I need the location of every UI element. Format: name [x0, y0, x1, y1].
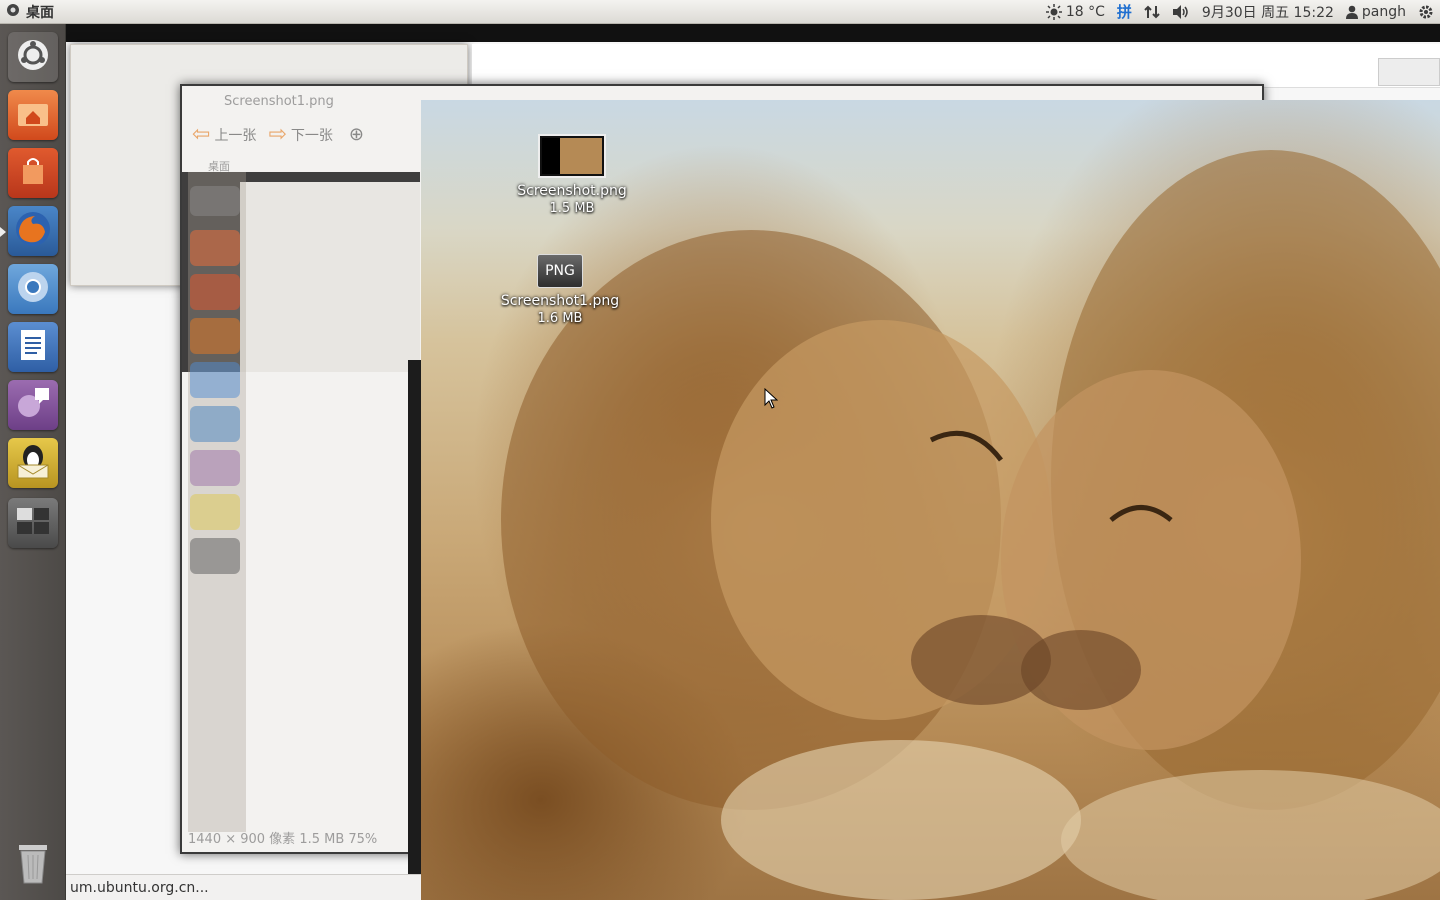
- desktop-icon-screenshot[interactable]: Screenshot.png 1.5 MB: [507, 134, 637, 218]
- weather-indicator[interactable]: 18 °C: [1045, 3, 1105, 20]
- home-folder-icon: [16, 98, 50, 132]
- launcher-workspace-switcher[interactable]: [8, 498, 58, 548]
- launcher-writer[interactable]: [8, 322, 58, 372]
- png-file-icon: PNG: [537, 254, 583, 288]
- desktop-icon-screenshot1[interactable]: PNG Screenshot1.png 1.6 MB: [495, 254, 625, 328]
- viewer-inner-panel: [240, 182, 420, 372]
- icon-size: 1.5 MB: [549, 201, 595, 216]
- shopping-bag-icon: [18, 156, 48, 190]
- prev-button-label[interactable]: 上一张: [214, 125, 256, 145]
- launcher-firefox[interactable]: [8, 206, 58, 256]
- png-badge-text: PNG: [545, 263, 575, 279]
- volume-icon[interactable]: [1172, 4, 1190, 20]
- browser-address-area: [472, 44, 1440, 88]
- chromium-icon: [15, 269, 51, 309]
- user-icon: [1345, 5, 1358, 19]
- icon-label: Screenshot1.png: [500, 293, 620, 309]
- desktop[interactable]: Screenshot.png 1.5 MB PNG Screenshot1.pn…: [421, 100, 1440, 900]
- launcher-empathy[interactable]: [8, 380, 58, 430]
- ime-indicator[interactable]: 拼: [1117, 1, 1132, 22]
- prev-arrow-icon[interactable]: ⇦: [192, 122, 210, 147]
- dash-home-button[interactable]: [8, 32, 58, 82]
- ghost-window-shadow: [408, 360, 422, 900]
- next-button-label[interactable]: 下一张: [291, 125, 333, 145]
- running-indicator: [0, 227, 6, 237]
- network-icon[interactable]: [1144, 4, 1160, 20]
- writer-icon: [19, 328, 47, 366]
- launcher-home-folder[interactable]: [8, 90, 58, 140]
- penguin-mail-icon: [14, 443, 52, 483]
- launcher-software-center[interactable]: [8, 148, 58, 198]
- next-arrow-icon[interactable]: ⇨: [268, 122, 286, 147]
- launcher-chromium[interactable]: [8, 264, 58, 314]
- launcher-trash[interactable]: [8, 840, 58, 890]
- viewer-status: 1440 × 900 像素 1.5 MB 75%: [188, 832, 378, 847]
- icon-size: 1.6 MB: [537, 311, 583, 326]
- sun-icon: [1045, 3, 1062, 20]
- weather-temp: 18 °C: [1065, 3, 1105, 20]
- top-panel: 桌面 18 °C 拼 9月30日 周五 15:22 pangh: [0, 0, 1440, 24]
- wallpaper-lions: [501, 150, 1440, 900]
- browser-status-bar: um.ubuntu.org.cn...: [66, 874, 422, 900]
- workspaces-icon: [16, 507, 50, 539]
- icon-label: Screenshot.png: [517, 183, 627, 199]
- browser-dropdown[interactable]: [1378, 58, 1440, 86]
- launcher: [0, 24, 66, 900]
- trash-icon: [15, 841, 51, 889]
- app-menu-title[interactable]: 桌面: [26, 2, 54, 22]
- image-thumbnail-icon: [538, 134, 606, 178]
- mouse-cursor-icon: [764, 388, 778, 409]
- browser-status-text: um.ubuntu.org.cn...: [70, 879, 209, 896]
- viewer-toolbar: ⇦ 上一张 ⇨ 下一张 ⊕: [192, 122, 364, 147]
- system-gear-icon[interactable]: [1418, 4, 1434, 20]
- ubuntu-logo-icon: [16, 38, 50, 76]
- launcher-qq-mail[interactable]: [8, 438, 58, 488]
- firefox-icon: [13, 209, 53, 253]
- clock[interactable]: 9月30日 周五 15:22: [1202, 2, 1334, 22]
- ghost-launcher-icons: [190, 186, 240, 574]
- user-name: pangh: [1361, 3, 1406, 20]
- session-icon[interactable]: [6, 3, 20, 21]
- zoom-in-icon[interactable]: ⊕: [349, 124, 364, 145]
- browser-titlebar: [66, 24, 1440, 42]
- user-menu[interactable]: pangh: [1345, 3, 1406, 20]
- chat-icon: [15, 386, 51, 424]
- viewer-title: Screenshot1.png: [224, 94, 334, 109]
